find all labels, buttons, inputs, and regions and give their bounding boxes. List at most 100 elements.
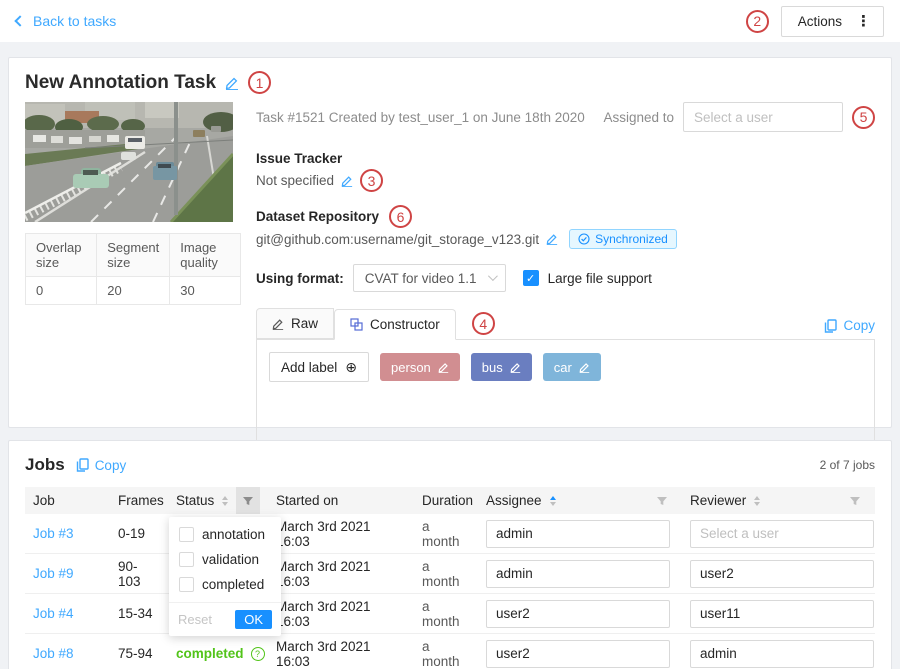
tab-constructor-label: Constructor [370,317,440,332]
job-duration: a month [414,559,478,589]
task-meta-text: Task #1521 Created by test_user_1 on Jun… [256,110,585,125]
edit-title-icon[interactable] [225,76,239,90]
issue-tracker-label: Issue Tracker [256,151,875,166]
back-to-tasks-link[interactable]: Back to tasks [16,13,116,29]
filter-option-validation[interactable]: validation [169,547,281,572]
top-bar: Back to tasks 2 Actions ⋮ [0,0,900,42]
filter-option-validation-label: validation [202,552,259,567]
assignee-sort-icon[interactable] [550,496,556,506]
col-job: Job [33,493,55,508]
col-status: Status [176,493,214,508]
job-duration: a month [414,639,478,669]
filter-option-completed[interactable]: completed [169,572,281,597]
filter-ok-button[interactable]: OK [235,610,272,629]
status-filter-dropdown: annotation validation completed Reset OK [169,517,281,636]
edit-label-car-icon[interactable] [579,362,590,373]
copy-labels-link[interactable]: Copy [824,318,875,333]
label-car-name: car [554,360,572,375]
job-assignee-input[interactable] [486,640,670,668]
annotation-circle-6: 6 [389,205,412,228]
col-duration: Duration [422,493,473,508]
filter-option-annotation[interactable]: annotation [169,522,281,547]
job-link[interactable]: Job #8 [33,646,74,661]
param-value-quality: 30 [170,277,241,305]
job-assignee-input[interactable] [486,560,670,588]
job-reviewer-input[interactable] [690,600,874,628]
annotation-circle-5: 5 [852,106,875,129]
edit-label-bus-icon[interactable] [510,362,521,373]
copy-labels-label: Copy [843,318,875,333]
label-badge-bus[interactable]: bus [471,353,532,381]
assigned-to-label: Assigned to [603,110,674,125]
job-frames: 90-103 [110,559,168,589]
edit-label-person-icon[interactable] [438,362,449,373]
actions-label: Actions [798,14,842,29]
job-reviewer-input[interactable] [690,640,874,668]
sync-status-label: Synchronized [595,232,668,246]
jobs-card: Jobs Copy 2 of 7 jobs Job Frames Status … [8,440,892,669]
job-duration: a month [414,599,478,629]
edit-issue-tracker-icon[interactable] [341,175,353,187]
task-detail-card: New Annotation Task 1 [8,57,892,428]
annotation-circle-1: 1 [248,71,271,94]
jobs-title: Jobs [25,455,65,475]
filter-reset-button[interactable]: Reset [178,612,212,627]
job-row: Job #9 90-103 March 3rd 2021 16:03 a mon… [25,554,875,594]
sync-status-badge: Synchronized [569,229,677,249]
job-link[interactable]: Job #3 [33,526,74,541]
copy-icon [824,319,837,333]
copy-icon [76,458,89,472]
task-parameters-table: Overlap size Segment size Image quality … [25,233,241,305]
job-frames: 15-34 [110,606,168,621]
repository-url: git@github.com:username/git_storage_v123… [256,232,539,247]
job-started: March 3rd 2021 16:03 [268,559,414,589]
job-frames: 75-94 [110,646,168,661]
back-to-tasks-label: Back to tasks [33,13,116,29]
job-assignee-input[interactable] [486,600,670,628]
actions-button[interactable]: Actions ⋮ [781,6,884,37]
chevron-down-icon [488,271,498,281]
task-preview-image [25,102,233,222]
copy-jobs-link[interactable]: Copy [76,458,127,473]
job-started: March 3rd 2021 16:03 [268,639,414,669]
tab-constructor[interactable]: Constructor [334,309,456,340]
add-label-text: Add label [281,360,337,375]
annotation-circle-2: 2 [746,10,769,33]
status-filter-icon[interactable] [236,487,260,514]
col-frames: Frames [118,493,164,508]
jobs-table-header: Job Frames Status Started on Duration As… [25,487,875,514]
job-reviewer-input[interactable] [690,560,874,588]
format-selected-value: CVAT for video 1.1 [365,271,477,286]
label-badge-car[interactable]: car [543,353,601,381]
job-link[interactable]: Job #9 [33,566,74,581]
col-started-on: Started on [276,493,338,508]
filter-option-annotation-label: annotation [202,527,265,542]
job-reviewer-input[interactable] [690,520,874,548]
assignee-filter-icon[interactable] [650,487,674,514]
job-row: Job #8 75-94 completed ? March 3rd 2021 … [25,634,875,669]
label-badge-person[interactable]: person [380,353,460,381]
tab-raw[interactable]: Raw [256,308,334,339]
format-select[interactable]: CVAT for video 1.1 [353,264,506,292]
task-assignee-input[interactable] [683,102,843,132]
issue-tracker-value: Not specified [256,173,334,188]
raw-tab-pencil-icon [272,318,284,330]
reviewer-filter-icon[interactable] [843,487,867,514]
annotation-circle-4: 4 [472,312,495,335]
job-assignee-input[interactable] [486,520,670,548]
job-link[interactable]: Job #4 [33,606,74,621]
large-file-checkbox[interactable]: ✓ [523,270,539,286]
validation-checkbox[interactable] [179,552,194,567]
more-icon: ⋮ [856,12,871,30]
annotation-checkbox[interactable] [179,527,194,542]
col-assignee: Assignee [486,493,542,508]
status-sort-icon[interactable] [222,496,228,506]
constructor-block-icon [350,318,363,331]
param-value-segment: 20 [97,277,170,305]
label-constructor-panel: Add label ⊕ person bus car [256,339,875,451]
label-bus-name: bus [482,360,503,375]
edit-repository-icon[interactable] [546,233,558,245]
completed-checkbox[interactable] [179,577,194,592]
add-label-button[interactable]: Add label ⊕ [269,352,369,382]
reviewer-sort-icon[interactable] [754,496,760,506]
